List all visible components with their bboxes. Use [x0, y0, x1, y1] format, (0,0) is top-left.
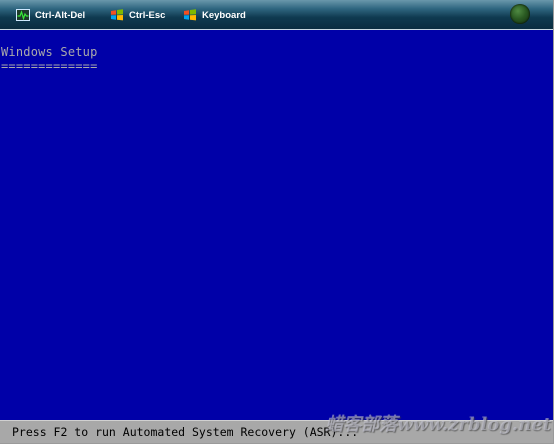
ctrl-alt-del-label: Ctrl-Alt-Del	[35, 9, 86, 21]
ctrl-esc-button[interactable]: Ctrl-Esc	[110, 7, 165, 23]
keyboard-button[interactable]: Keyboard	[183, 7, 246, 23]
setup-console: Windows Setup =============	[0, 30, 553, 420]
remote-toolbar: Ctrl-Alt-Del Ctrl-Esc Keyboard	[0, 0, 553, 30]
windows-flag-icon	[111, 9, 123, 21]
ctrl-alt-del-button[interactable]: Ctrl-Alt-Del	[16, 7, 85, 23]
vm-window: Ctrl-Alt-Del Ctrl-Esc Keyboard Windows S…	[0, 0, 554, 444]
setup-title-underline: =============	[1, 59, 98, 73]
setup-title: Windows Setup	[1, 45, 98, 59]
status-bar-text: Press F2 to run Automated System Recover…	[12, 425, 359, 439]
ctrl-esc-label: Ctrl-Esc	[129, 9, 166, 21]
keyboard-label: Keyboard	[202, 9, 246, 21]
setup-status-bar: Press F2 to run Automated System Recover…	[0, 420, 553, 443]
windows-orb-icon	[510, 4, 530, 24]
windows-flag-icon	[184, 9, 196, 21]
task-manager-icon	[16, 9, 30, 21]
